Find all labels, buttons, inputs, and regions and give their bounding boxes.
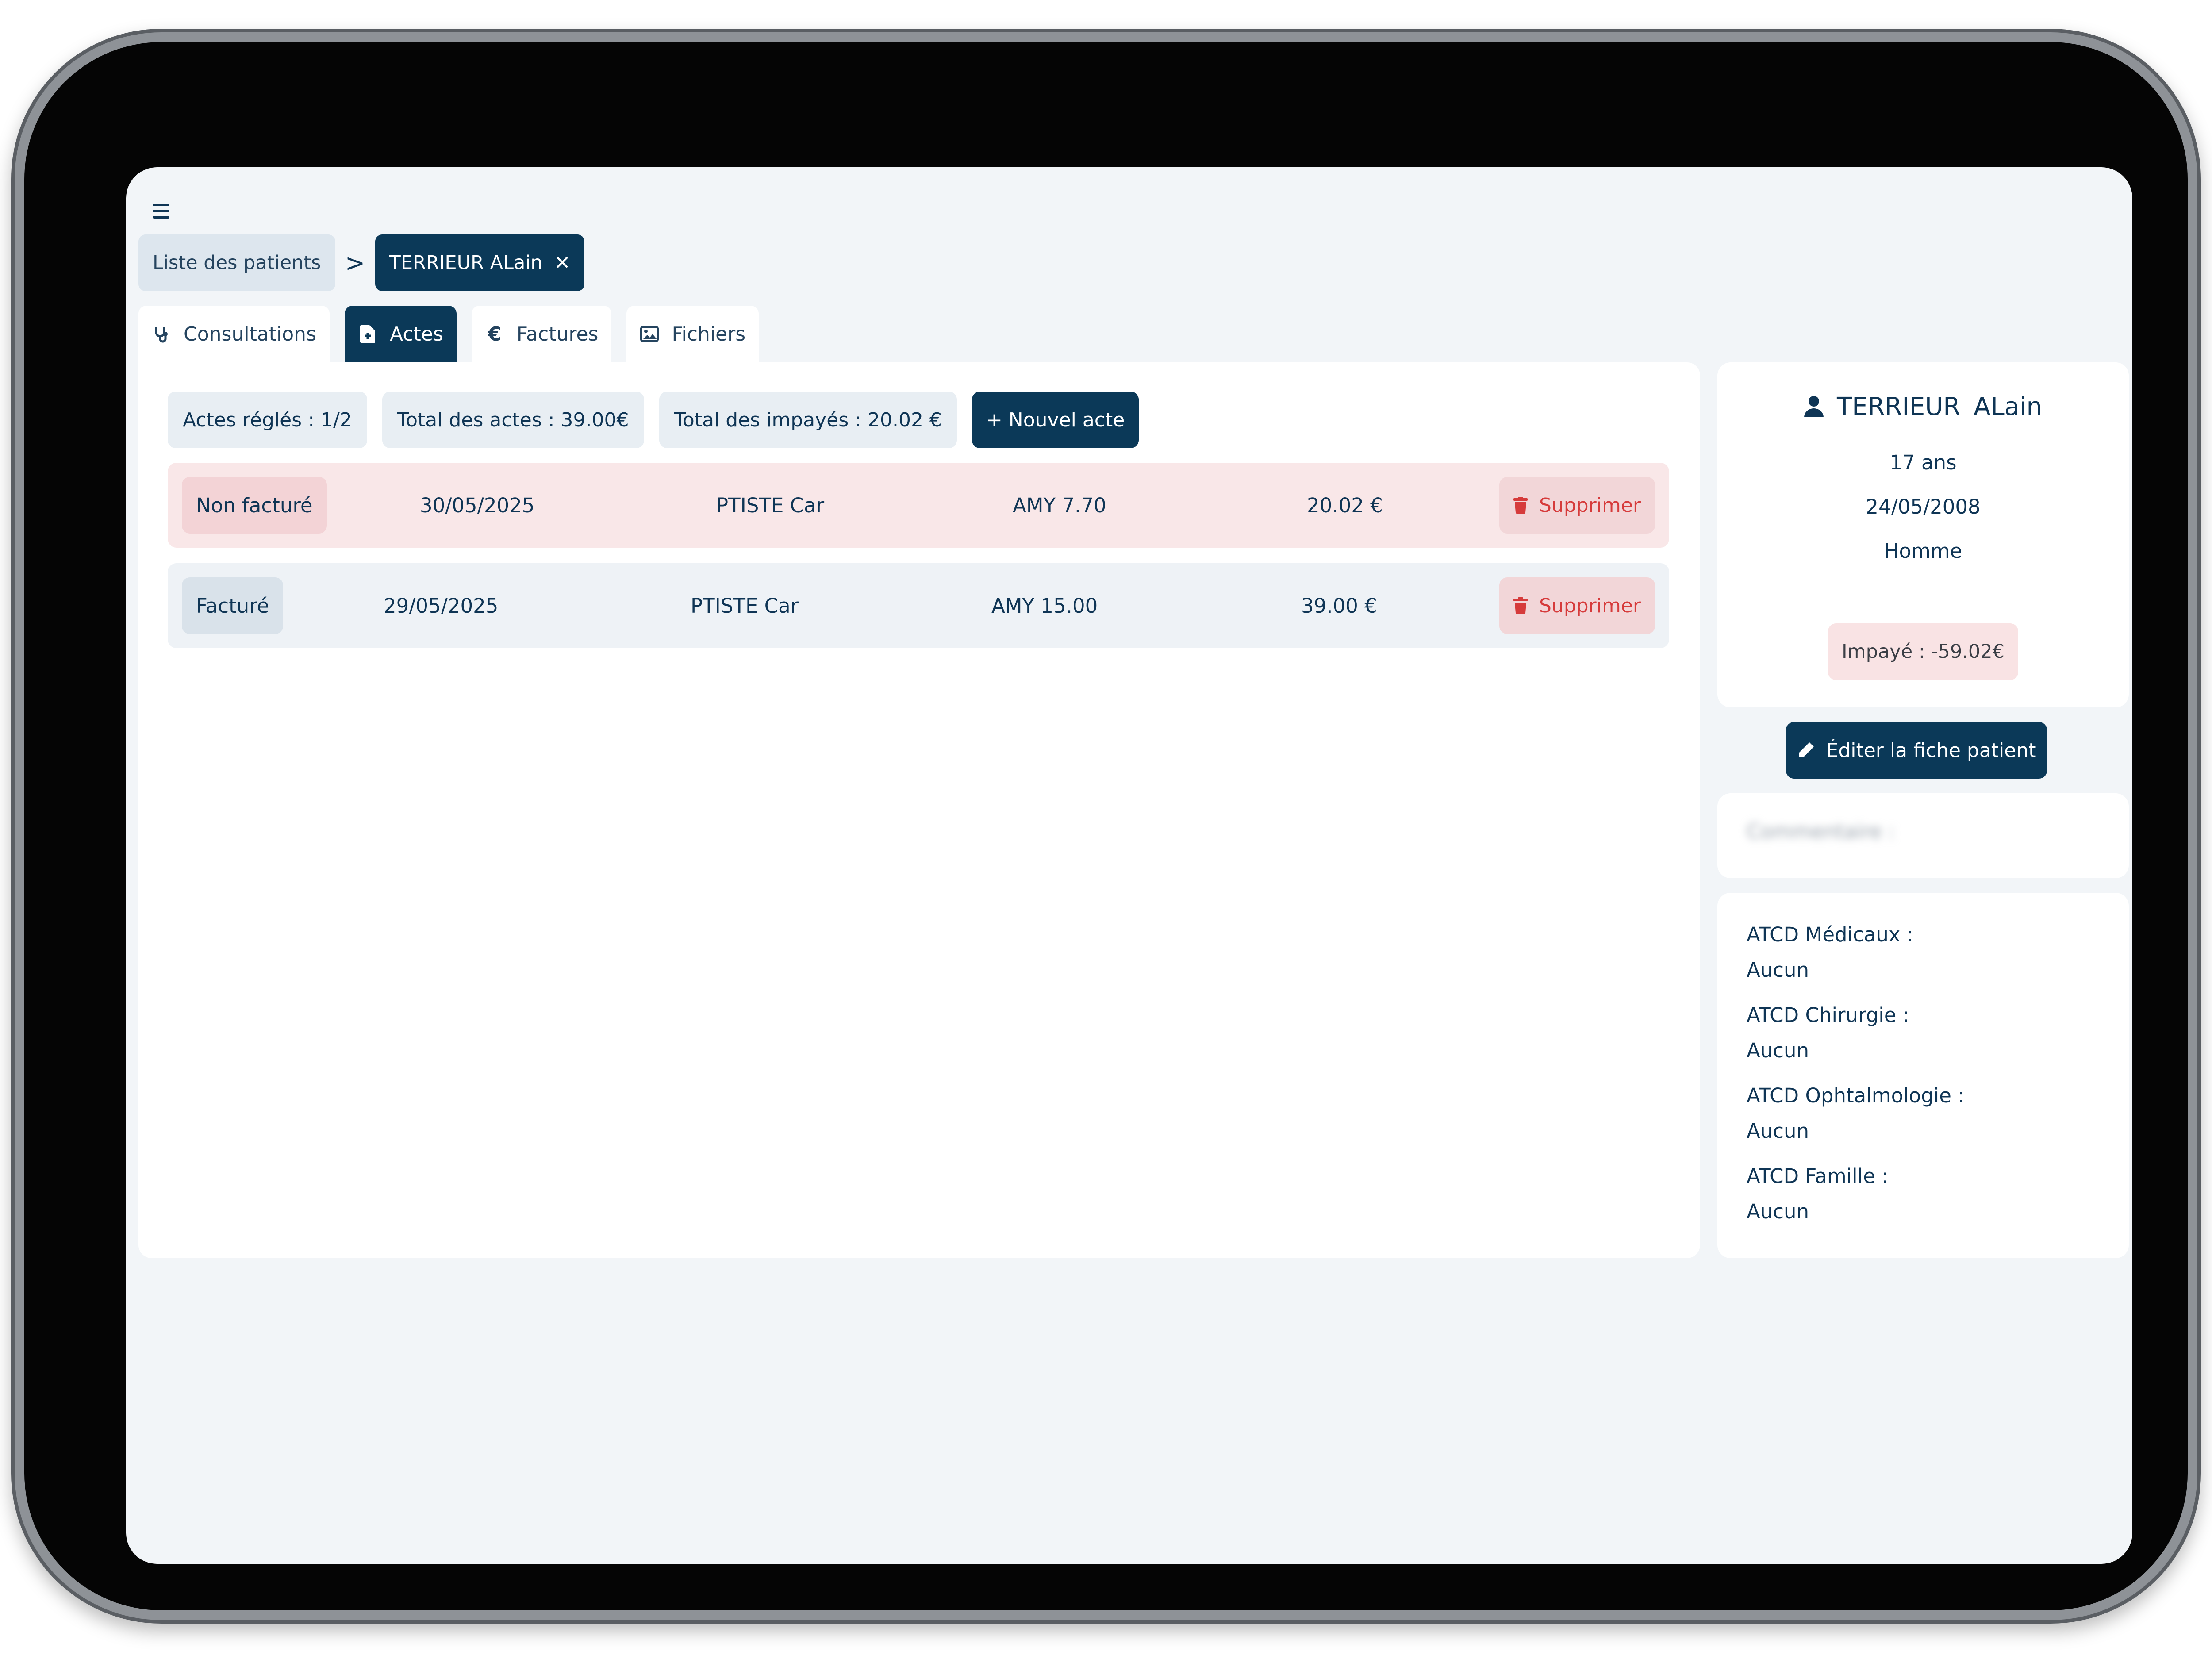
- trash-icon: [1513, 497, 1528, 514]
- breadcrumb-current-label: TERRIEUR ALain: [389, 252, 543, 274]
- act-amount: 20.02 €: [1307, 493, 1383, 517]
- tab-label: Factures: [516, 323, 599, 346]
- atcd-title: ATCD Chirurgie :: [1747, 1003, 1909, 1027]
- acts-total-chip: Total des actes : 39.00€: [382, 392, 644, 448]
- menu-icon[interactable]: [153, 203, 170, 220]
- atcd-value: Aucun: [1747, 1039, 1809, 1062]
- atcd-title: ATCD Famille :: [1747, 1164, 1889, 1188]
- tab-bar: Consultations Actes € Factures Fichiers: [138, 306, 759, 362]
- atcd-value: Aucun: [1747, 1200, 1809, 1223]
- act-practitioner: PTISTE Car: [716, 493, 825, 517]
- atcd-ophthalmology: ATCD Ophtalmologie : Aucun: [1747, 1078, 1964, 1149]
- patient-sex: Homme: [1884, 539, 1962, 563]
- act-code: AMY 15.00: [991, 594, 1098, 618]
- image-icon: [640, 324, 659, 344]
- patient-name: TERRIEUR ALain: [1717, 389, 2129, 424]
- chevron-right-icon: >: [345, 249, 365, 277]
- breadcrumb-current-patient[interactable]: TERRIEUR ALain ✕: [375, 234, 585, 291]
- patient-last-name: TERRIEUR: [1836, 392, 1961, 421]
- act-row: Facturé 29/05/2025 PTISTE Car AMY 15.00 …: [168, 563, 1669, 648]
- delete-button[interactable]: Supprimer: [1499, 477, 1655, 534]
- app-screen: Liste des patients > TERRIEUR ALain ✕ Co…: [126, 167, 2132, 1564]
- comment-label: Commentaire :: [1747, 820, 1895, 843]
- atcd-title: ATCD Médicaux :: [1747, 923, 1914, 946]
- acts-paid-chip: Actes réglés : 1/2: [168, 392, 367, 448]
- new-act-button[interactable]: + Nouvel acte: [972, 392, 1139, 448]
- atcd-medical: ATCD Médicaux : Aucun: [1747, 917, 1913, 988]
- delete-label: Supprimer: [1539, 594, 1641, 617]
- side-button: [18, 155, 23, 257]
- edit-patient-label: Éditer la fiche patient: [1826, 739, 2036, 762]
- close-icon[interactable]: ✕: [554, 252, 571, 274]
- tab-label: Consultations: [184, 323, 316, 346]
- atcd-title: ATCD Ophtalmologie :: [1747, 1084, 1965, 1107]
- patient-age: 17 ans: [1889, 451, 1957, 474]
- atcd-value: Aucun: [1747, 1119, 1809, 1143]
- tab-label: Fichiers: [672, 323, 746, 346]
- tab-label: Actes: [390, 323, 443, 346]
- stethoscope-icon: [152, 324, 171, 344]
- act-date: 29/05/2025: [384, 594, 499, 618]
- tab-fichiers[interactable]: Fichiers: [626, 306, 759, 362]
- act-practitioner: PTISTE Car: [691, 594, 799, 618]
- tab-factures[interactable]: € Factures: [471, 306, 612, 362]
- patient-birth-date: 24/05/2008: [1866, 495, 1981, 518]
- tab-actes[interactable]: Actes: [345, 306, 457, 362]
- atcd-surgery: ATCD Chirurgie : Aucun: [1747, 998, 1909, 1068]
- delete-label: Supprimer: [1539, 494, 1641, 517]
- act-code: AMY 7.70: [1013, 493, 1106, 517]
- acts-summary: Actes réglés : 1/2 Total des actes : 39.…: [168, 392, 1139, 448]
- act-amount: 39.00 €: [1301, 594, 1377, 618]
- status-badge: Facturé: [182, 577, 284, 634]
- tablet-frame: Liste des patients > TERRIEUR ALain ✕ Co…: [24, 42, 2188, 1610]
- euro-icon: €: [488, 323, 502, 346]
- tab-consultations[interactable]: Consultations: [138, 306, 330, 362]
- breadcrumb-patient-list[interactable]: Liste des patients: [138, 234, 335, 291]
- acts-panel: Actes réglés : 1/2 Total des actes : 39.…: [138, 362, 1700, 1258]
- delete-button[interactable]: Supprimer: [1499, 577, 1655, 634]
- act-date: 30/05/2025: [420, 493, 535, 517]
- atcd-value: Aucun: [1747, 958, 1809, 982]
- comment-card: Commentaire :: [1717, 793, 2129, 878]
- unpaid-total-chip: Total des impayés : 20.02 €: [659, 392, 957, 448]
- status-badge: Non facturé: [182, 477, 327, 534]
- edit-patient-button[interactable]: Éditer la fiche patient: [1786, 722, 2047, 779]
- file-medical-icon: [358, 324, 377, 344]
- medical-history-card: ATCD Médicaux : Aucun ATCD Chirurgie : A…: [1717, 893, 2129, 1258]
- patient-card: TERRIEUR ALain 17 ans 24/05/2008 Homme I…: [1717, 362, 2129, 707]
- user-icon: [1804, 396, 1824, 417]
- act-row: Non facturé 30/05/2025 PTISTE Car AMY 7.…: [168, 463, 1669, 548]
- pencil-icon: [1798, 742, 1814, 757]
- atcd-family: ATCD Famille : Aucun: [1747, 1159, 1888, 1229]
- patient-first-name: ALain: [1974, 392, 2043, 421]
- unpaid-badge: Impayé : -59.02€: [1828, 623, 2018, 680]
- breadcrumb: Liste des patients > TERRIEUR ALain ✕: [138, 234, 585, 291]
- trash-icon: [1513, 597, 1528, 614]
